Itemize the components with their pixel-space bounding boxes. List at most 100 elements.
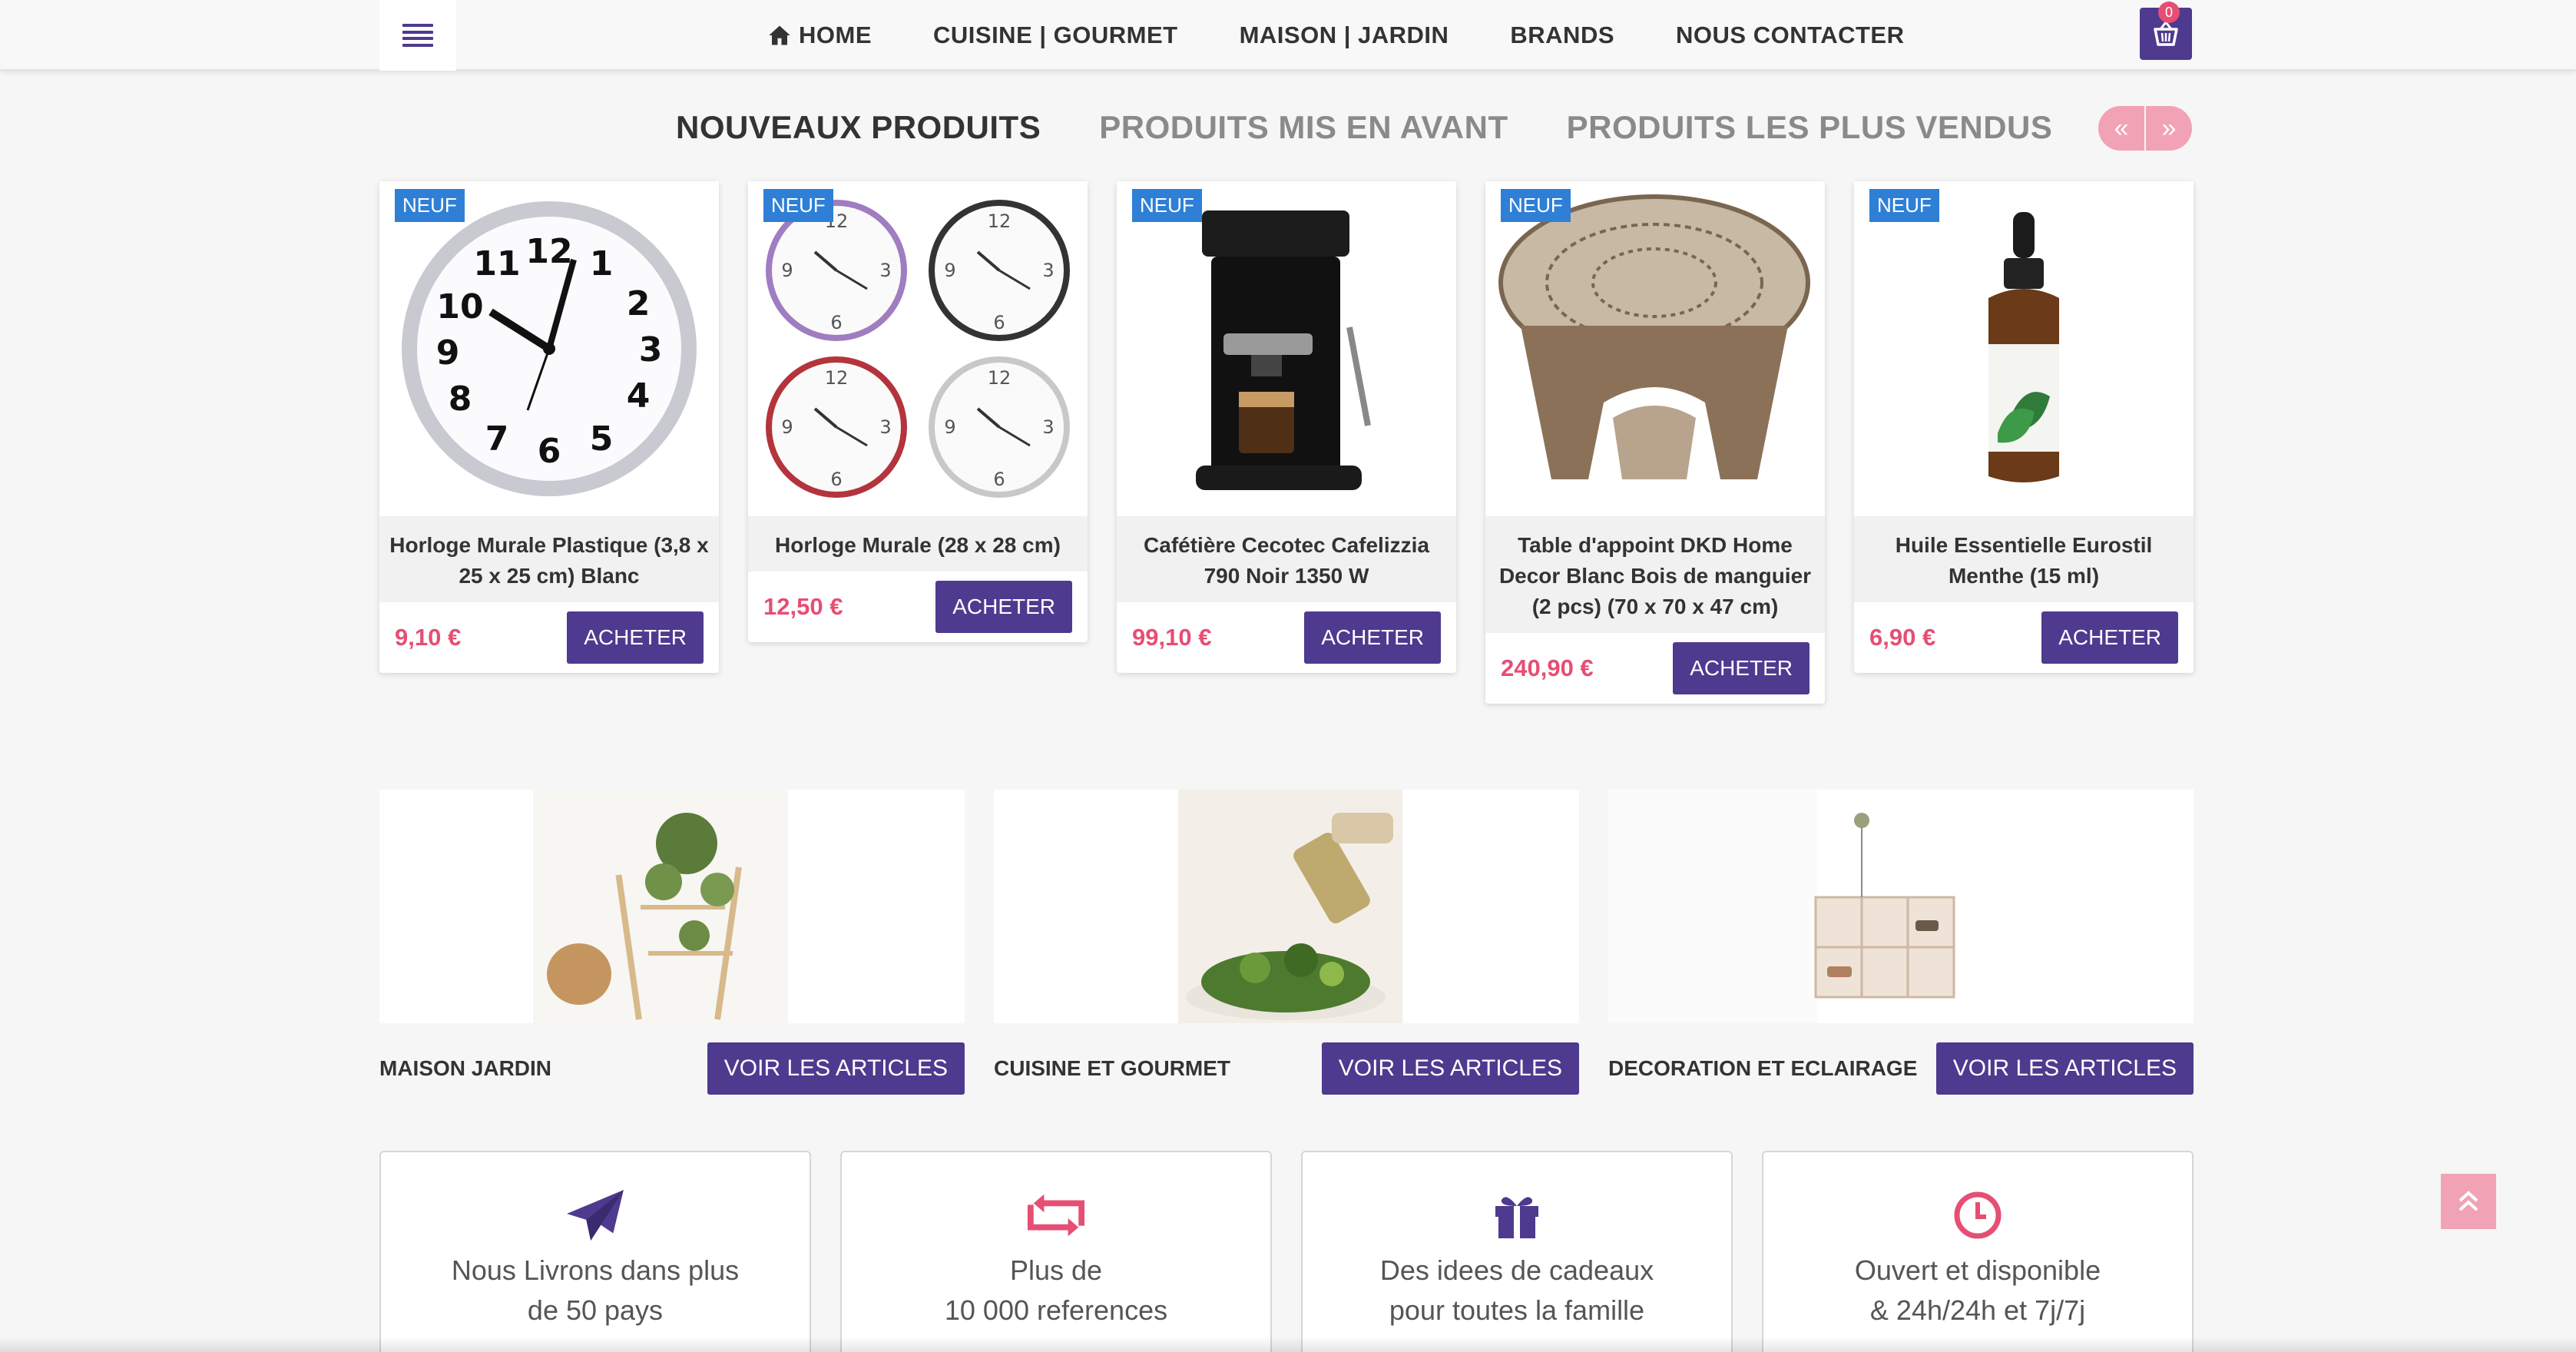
nav-cuisine-gourmet[interactable]: CUISINE | GOURMET — [933, 22, 1178, 49]
product-footer: 12,50 € ACHETER — [748, 572, 1088, 642]
product-footer: 6,90 € ACHETER — [1854, 602, 2194, 673]
nav-maison-jardin[interactable]: MAISON | JARDIN — [1240, 22, 1449, 49]
svg-text:9: 9 — [944, 260, 955, 281]
category-footer: DECORATION ET ECLAIRAGE VOIR LES ARTICLE… — [1608, 1034, 2194, 1103]
info-line-1: Plus de — [1009, 1254, 1103, 1286]
page-bottom-shadow — [0, 1337, 2576, 1352]
category-image[interactable] — [379, 790, 965, 1023]
four-clocks-illustration: 1269 3 1269 3 1269 3 1269 3 — [766, 200, 1070, 498]
product-title[interactable]: Huile Essentielle Eurostil Menthe (15 ml… — [1854, 516, 2194, 602]
category-footer: CUISINE ET GOURMET VOIR LES ARTICLES — [994, 1034, 1579, 1103]
product-price: 6,90 € — [1869, 624, 1936, 651]
category-name[interactable]: DECORATION ET ECLAIRAGE — [1608, 1056, 1917, 1081]
category-name[interactable]: MAISON JARDIN — [379, 1056, 551, 1081]
svg-text:9: 9 — [781, 260, 793, 281]
carousel-prev-button[interactable]: « — [2098, 106, 2144, 151]
buy-button[interactable]: ACHETER — [2041, 611, 2178, 664]
product-image-side-table[interactable]: NEUF — [1485, 181, 1825, 516]
product-title[interactable]: Horloge Murale (28 x 28 cm) — [748, 516, 1088, 572]
product-price: 12,50 € — [763, 593, 843, 620]
product-card[interactable]: NEUF Huile Essentielle Eurostil Menthe (… — [1854, 181, 2194, 673]
svg-text:3: 3 — [1042, 260, 1054, 281]
svg-text:7: 7 — [485, 419, 509, 459]
info-line-1: Des idees de cadeaux — [1379, 1254, 1654, 1286]
tab-produits-mis-en-avant[interactable]: PRODUITS MIS EN AVANT — [1099, 109, 1508, 146]
carousel-controls: « » — [2098, 106, 2192, 151]
nav-home-label: HOME — [799, 22, 872, 48]
product-image-coffee-machine[interactable]: NEUF — [1117, 181, 1456, 516]
essential-oil-bottle-illustration — [1988, 212, 2059, 482]
nav-contact[interactable]: NOUS CONTACTER — [1676, 22, 1904, 49]
nav-home[interactable]: HOME — [768, 22, 872, 49]
nav-brands[interactable]: BRANDS — [1510, 22, 1614, 49]
product-image-wall-clock-white[interactable]: NEUF 12 1 2 345 678 9 10 11 — [379, 181, 719, 516]
buy-button[interactable]: ACHETER — [1304, 611, 1441, 664]
menu-toggle-button[interactable] — [379, 0, 456, 71]
product-card[interactable]: NEUF 12 6 9 3 12 6 9 3 12 6 9 3 12 6 9 3 Horloge Mur… — [748, 181, 1088, 642]
category-decoration-eclairage: DECORATION ET ECLAIRAGE VOIR LES ARTICLE… — [1608, 790, 2194, 1103]
info-box-gifts: Des idees de cadeaux pour toutes la fami… — [1301, 1151, 1733, 1352]
tab-produits-plus-vendus[interactable]: PRODUITS LES PLUS VENDUS — [1567, 109, 2053, 146]
info-line-1: Ouvert et disponible — [1854, 1254, 2101, 1286]
view-articles-button[interactable]: VOIR LES ARTICLES — [1321, 1042, 1579, 1095]
svg-text:12: 12 — [988, 210, 1012, 232]
product-footer: 99,10 € ACHETER — [1117, 602, 1456, 673]
nav-maison-jardin-label: MAISON | JARDIN — [1239, 22, 1449, 48]
buy-button[interactable]: ACHETER — [567, 611, 704, 664]
info-box-opening-hours: Ouvert et disponible & 24h/24h et 7j/7j — [1762, 1151, 2194, 1352]
svg-text:6: 6 — [830, 312, 842, 333]
product-card[interactable]: NEUF 12 1 2 345 678 9 10 11 Horloge Murale P… — [379, 181, 719, 673]
buy-button[interactable]: ACHETER — [1673, 642, 1809, 694]
coffee-machine-illustration — [1196, 210, 1371, 490]
nav-contact-label: NOUS CONTACTER — [1676, 22, 1905, 48]
salad-oil-illustration — [1178, 790, 1402, 1023]
svg-text:9: 9 — [781, 416, 793, 438]
tab-nouveaux-produits[interactable]: NOUVEAUX PRODUITS — [676, 109, 1041, 146]
svg-text:3: 3 — [1042, 416, 1054, 438]
svg-text:1: 1 — [590, 244, 614, 283]
product-card[interactable]: NEUF Table d'appoint DKD Home Decor Blan… — [1485, 181, 1825, 704]
shoe-rack-illustration — [1608, 790, 2017, 1023]
product-card[interactable]: NEUF Cafétière Cecotec Cafelizzia 790 No… — [1117, 181, 1456, 673]
view-articles-button[interactable]: VOIR LES ARTICLES — [1935, 1042, 2194, 1095]
category-name[interactable]: CUISINE ET GOURMET — [994, 1056, 1230, 1081]
info-line-2: de 50 pays — [527, 1294, 664, 1326]
basket-icon — [2154, 20, 2178, 46]
product-price: 9,10 € — [395, 624, 462, 651]
product-title[interactable]: Cafétière Cecotec Cafelizzia 790 Noir 13… — [1117, 516, 1456, 602]
category-image[interactable] — [1608, 790, 2194, 1023]
svg-text:3: 3 — [879, 260, 891, 281]
product-tabs: NOUVEAUX PRODUITS PRODUITS MIS EN AVANT … — [676, 104, 2111, 151]
info-line-1: Nous Livrons dans plus — [451, 1254, 740, 1286]
svg-text:10: 10 — [436, 287, 483, 326]
svg-text:12: 12 — [525, 232, 572, 271]
retweet-icon — [1027, 1194, 1085, 1237]
product-image-wall-clock-set[interactable]: NEUF 12 6 9 3 12 6 9 3 12 6 9 3 12 6 9 3 — [748, 181, 1088, 516]
svg-text:8: 8 — [449, 379, 472, 419]
site-header: HOME CUISINE | GOURMET MAISON | JARDIN B… — [0, 0, 2576, 71]
plants-shelf-illustration — [533, 790, 788, 1023]
paper-plane-icon — [567, 1189, 624, 1241]
category-image[interactable] — [994, 790, 1579, 1023]
product-title[interactable]: Table d'appoint DKD Home Decor Blanc Boi… — [1485, 516, 1825, 633]
side-table-illustration — [1498, 194, 1810, 479]
svg-text:6: 6 — [993, 469, 1005, 490]
cart-button[interactable]: 0 — [2140, 2, 2192, 60]
svg-text:2: 2 — [627, 284, 651, 323]
svg-text:6: 6 — [993, 312, 1005, 333]
svg-text:12: 12 — [825, 367, 849, 389]
carousel-next-button[interactable]: » — [2146, 106, 2192, 151]
new-badge: NEUF — [395, 189, 465, 222]
cart-count-badge: 0 — [2158, 2, 2180, 23]
product-title[interactable]: Horloge Murale Plastique (3,8 x 25 x 25 … — [379, 516, 719, 602]
svg-text:3: 3 — [639, 330, 663, 369]
info-box-references: Plus de 10 000 references — [840, 1151, 1272, 1352]
back-to-top-button[interactable] — [2441, 1174, 2496, 1229]
category-maison-jardin: MAISON JARDIN VOIR LES ARTICLES — [379, 790, 965, 1103]
view-articles-button[interactable]: VOIR LES ARTICLES — [707, 1042, 965, 1095]
svg-text:4: 4 — [627, 376, 651, 416]
product-image-essential-oil[interactable]: NEUF — [1854, 181, 2194, 516]
new-badge: NEUF — [1501, 189, 1571, 222]
svg-text:9: 9 — [944, 416, 955, 438]
buy-button[interactable]: ACHETER — [935, 581, 1072, 633]
